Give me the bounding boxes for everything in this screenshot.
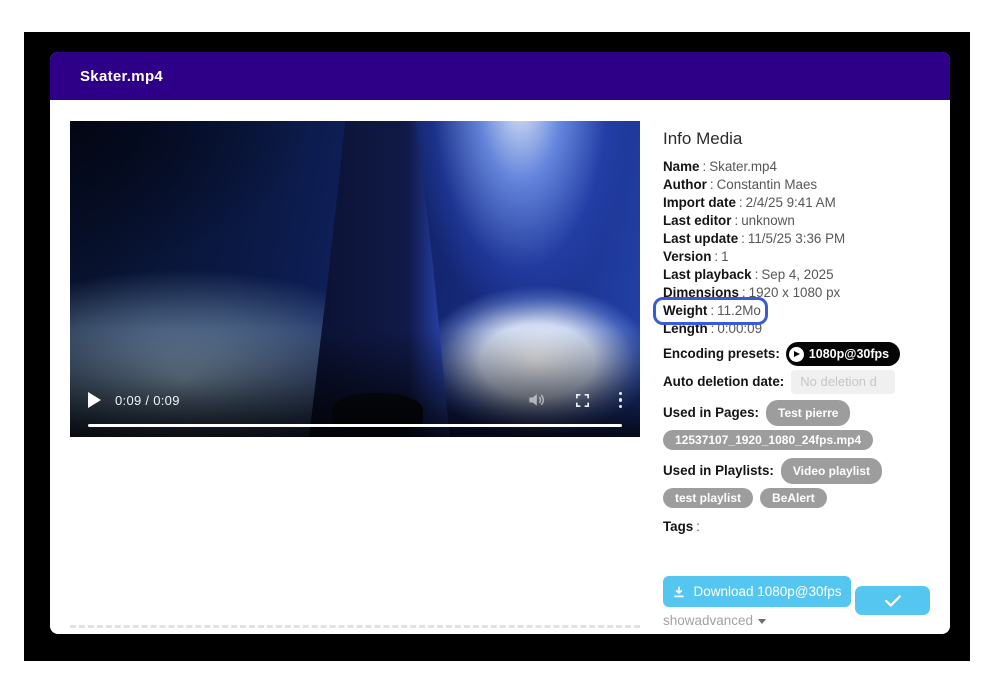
tags-label: Tags (663, 519, 693, 534)
info-label: Import date (663, 195, 736, 210)
info-value: 11/5/25 3:36 PM (748, 231, 845, 246)
info-value: Skater.mp4 (709, 159, 777, 174)
show-advanced-label: showadvanced (663, 613, 753, 628)
separator: : (702, 159, 706, 174)
info-value: unknown (741, 213, 795, 228)
overflow-menu-icon[interactable] (619, 392, 623, 409)
fullscreen-icon[interactable] (574, 392, 591, 409)
video-progress-bar[interactable] (88, 424, 622, 427)
info-value: 0:00:09 (717, 321, 762, 336)
video-time-label: 0:09 / 0:09 (115, 393, 180, 408)
playlist-pill[interactable]: Video playlist (781, 458, 882, 484)
media-info-modal: Skater.mp4 0:09 / 0:09 (50, 52, 950, 634)
info-value: 1920 x 1080 px (749, 285, 841, 300)
auto-deletion-row: Auto deletion date: No deletion d (663, 370, 920, 394)
confirm-button[interactable] (855, 586, 930, 615)
play-icon[interactable] (88, 392, 101, 408)
separator: : (710, 303, 714, 318)
page: Skater.mp4 0:09 / 0:09 (0, 0, 1000, 686)
separator: : (741, 231, 745, 246)
download-button[interactable]: Download 1080p@30fps (663, 576, 851, 607)
separator: : (734, 213, 738, 228)
used-in-playlists-label: Used in Playlists: (663, 461, 774, 481)
used-in-pages-row: Used in Pages: Test pierre (663, 400, 920, 426)
info-label: Last update (663, 231, 738, 246)
modal-title: Skater.mp4 (80, 68, 163, 85)
info-panel-title: Info Media (663, 129, 920, 149)
modal-header: Skater.mp4 (50, 52, 950, 100)
page-pill[interactable]: 12537107_1920_1080_24fps.mp4 (663, 430, 873, 450)
auto-deletion-date-input[interactable]: No deletion d (791, 370, 895, 394)
video-controls-bar: 0:09 / 0:09 (70, 377, 640, 437)
info-row-last-update: Last update:11/5/25 3:36 PM (663, 230, 920, 248)
page-pill[interactable]: Test pierre (766, 400, 850, 426)
separator: : (714, 249, 718, 264)
info-row-import-date: Import date:2/4/25 9:41 AM (663, 194, 920, 212)
info-value: Sep 4, 2025 (761, 267, 833, 282)
chevron-down-icon (758, 619, 766, 624)
download-icon (672, 585, 686, 599)
separator: : (755, 267, 759, 282)
encoding-presets-row: Encoding presets: 1080p@30fps (663, 342, 920, 366)
info-row-version: Version:1 (663, 248, 920, 266)
separator: : (711, 321, 715, 336)
encoding-presets-label: Encoding presets: (663, 344, 780, 364)
separator: : (696, 519, 700, 534)
separator: : (710, 177, 714, 192)
info-value: 1 (721, 249, 728, 264)
video-player[interactable]: 0:09 / 0:09 (70, 121, 640, 437)
encoding-preset-value: 1080p@30fps (809, 344, 889, 364)
info-label: Dimensions (663, 285, 739, 300)
info-value: 11.2Mo (717, 303, 761, 318)
info-label: Length (663, 321, 708, 336)
info-row-last-playback: Last playback:Sep 4, 2025 (663, 266, 920, 284)
info-value: 2/4/25 9:41 AM (746, 195, 836, 210)
info-row-dimensions: Dimensions:1920 x 1080 px (663, 284, 920, 302)
info-panel: Info Media Name:Skater.mp4 Author:Consta… (663, 121, 920, 628)
info-label: Name (663, 159, 699, 174)
show-advanced-toggle[interactable]: showadvanced (663, 613, 766, 628)
tags-row: Tags: (663, 518, 920, 536)
info-label: Weight (663, 303, 707, 318)
encoding-preset-pill[interactable]: 1080p@30fps (786, 342, 900, 366)
used-in-pages-label: Used in Pages: (663, 403, 759, 423)
separator: : (742, 285, 746, 300)
used-in-pages-row-2: 12537107_1920_1080_24fps.mp4 (663, 430, 920, 450)
download-button-label: Download 1080p@30fps (693, 584, 841, 599)
info-row-last-editor: Last editor:unknown (663, 212, 920, 230)
playlist-pill[interactable]: BeAlert (760, 488, 827, 508)
modal-body: 0:09 / 0:09 (50, 100, 950, 628)
auto-deletion-label: Auto deletion date: (663, 372, 784, 392)
volume-icon[interactable] (526, 390, 546, 410)
used-in-playlists-row: Used in Playlists: Video playlist (663, 458, 920, 484)
info-label: Version (663, 249, 711, 264)
info-label: Last playback (663, 267, 752, 282)
used-in-playlists-row-2: test playlist BeAlert (663, 488, 920, 508)
info-row-name: Name:Skater.mp4 (663, 158, 920, 176)
info-row-author: Author:Constantin Maes (663, 176, 920, 194)
video-container: 0:09 / 0:09 (70, 121, 640, 628)
info-row-length: Length:0:00:09 (663, 320, 920, 338)
play-circle-icon (789, 347, 804, 362)
modal-backdrop: Skater.mp4 0:09 / 0:09 (24, 32, 970, 661)
info-row-weight: Weight:11.2Mo (663, 302, 920, 320)
playlist-pill[interactable]: test playlist (663, 488, 753, 508)
info-value: Constantin Maes (717, 177, 817, 192)
info-label: Author (663, 177, 707, 192)
info-label: Last editor (663, 213, 731, 228)
separator: : (739, 195, 743, 210)
check-icon (884, 594, 902, 608)
